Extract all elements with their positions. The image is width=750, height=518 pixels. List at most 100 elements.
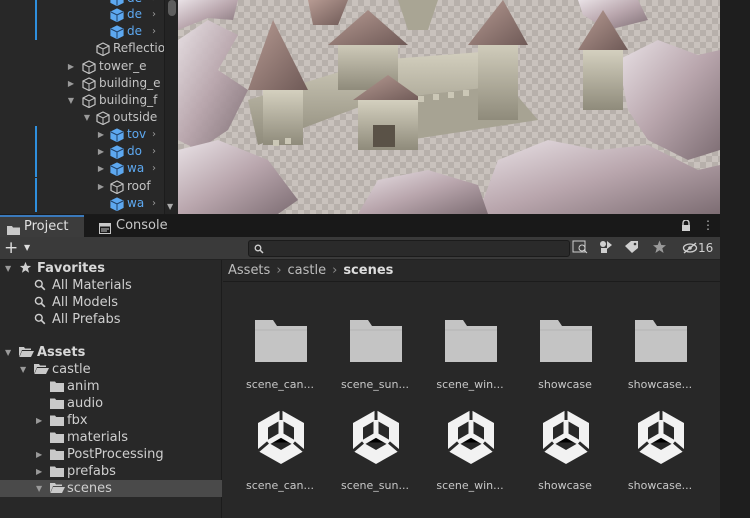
more-menu-icon[interactable]: ⋮ — [702, 218, 714, 232]
project-toolbar: + ▼ 16 — [0, 237, 720, 260]
assets-root[interactable]: ▼ Assets — [0, 344, 222, 361]
chevron-right-icon[interactable]: ▶ — [96, 126, 106, 143]
hierarchy-item[interactable]: ▼ outside — [0, 109, 178, 126]
search-by-type-icon[interactable] — [572, 240, 592, 257]
folder-label: PostProcessing — [67, 447, 164, 462]
hierarchy-item[interactable]: ▶ roof — [0, 178, 178, 195]
folder-audio[interactable]: audio — [0, 395, 222, 412]
hierarchy-item-label: outside — [113, 110, 158, 124]
search-input[interactable] — [269, 241, 565, 256]
lock-icon[interactable] — [681, 219, 691, 235]
gameobject-icon — [96, 111, 110, 126]
hierarchy-panel: de›de›de›Reflectio▶tower_e▶building_e▼bu… — [0, 0, 178, 214]
prefab-icon — [110, 8, 124, 23]
asset-browser: Assets › castle › scenes scene_can... scene_s… — [223, 260, 720, 518]
filter-by-type-icon[interactable] — [598, 240, 618, 257]
chevron-down-icon[interactable]: ▼ — [82, 109, 92, 126]
asset-name: scene_can... — [245, 378, 315, 391]
chevron-right-icon[interactable]: › — [152, 160, 156, 177]
favorites-header[interactable]: ▼ Favorites — [0, 260, 222, 277]
prefab-icon — [110, 128, 124, 143]
breadcrumb-separator: › — [276, 263, 282, 278]
hierarchy-item[interactable]: ▶ tower_e — [0, 58, 178, 75]
tab-label: Console — [116, 218, 168, 233]
scene-asset[interactable]: scene_sun... — [330, 398, 420, 492]
breadcrumb-assets[interactable]: Assets — [228, 263, 270, 278]
favorite-item[interactable]: All Materials — [0, 277, 222, 294]
chevron-right-icon[interactable]: › — [152, 143, 156, 160]
search-icon — [254, 243, 264, 257]
folder-asset[interactable]: scene_win... — [425, 302, 515, 392]
folder-asset[interactable]: showcase... — [615, 302, 705, 392]
folder-tree: ▼ Favorites All Materials All Models All… — [0, 260, 222, 518]
folder-asset[interactable]: showcase — [520, 302, 610, 392]
chevron-right-icon[interactable]: › — [152, 195, 156, 212]
folder-fbx[interactable]: ▶ fbx — [0, 412, 222, 429]
chevron-down-icon: ▼ — [24, 243, 31, 252]
asset-name: showcase — [538, 479, 592, 492]
folder-label: fbx — [67, 413, 88, 428]
folder-label: castle — [52, 362, 91, 377]
hierarchy-item[interactable]: de › — [0, 6, 178, 23]
chevron-down-icon[interactable]: ▼ — [5, 260, 11, 277]
scene-view[interactable] — [178, 0, 720, 214]
chevron-right-icon[interactable]: ▶ — [36, 463, 42, 480]
favorite-item[interactable]: All Models — [0, 294, 222, 311]
hierarchy-item[interactable]: ▼ building_f — [0, 92, 178, 109]
chevron-down-icon[interactable]: ▼ — [5, 344, 11, 361]
chevron-right-icon[interactable]: ▶ — [96, 178, 106, 195]
hierarchy-item[interactable]: Reflectio — [0, 40, 178, 57]
chevron-down-icon[interactable]: ▼ — [20, 361, 26, 378]
filter-by-label-icon[interactable] — [624, 240, 644, 257]
chevron-right-icon[interactable]: › — [152, 6, 156, 23]
folder-label: audio — [67, 396, 104, 411]
tab-project[interactable]: Project — [0, 215, 84, 237]
chevron-down-icon[interactable]: ▼ — [66, 92, 76, 109]
chevron-right-icon[interactable]: ▶ — [96, 160, 106, 177]
chevron-right-icon[interactable]: ▶ — [96, 143, 106, 160]
hierarchy-item[interactable]: ▶ tov › — [0, 126, 178, 143]
tab-console[interactable]: Console — [92, 215, 176, 237]
folder-castle[interactable]: ▼ castle — [0, 361, 222, 378]
scene-asset[interactable]: showcase — [520, 398, 610, 492]
scene-asset[interactable]: scene_can... — [235, 398, 325, 492]
hierarchy-item[interactable]: ▶ building_e — [0, 75, 178, 92]
chevron-right-icon[interactable]: ▶ — [36, 412, 42, 429]
folder-asset[interactable]: scene_sun... — [330, 302, 420, 392]
hierarchy-item[interactable]: de › — [0, 23, 178, 40]
scene-asset[interactable]: scene_win... — [425, 398, 515, 492]
chevron-right-icon[interactable]: ▶ — [66, 75, 76, 92]
hierarchy-item-label: wa — [127, 196, 145, 210]
prefab-icon — [110, 162, 124, 177]
breadcrumb: Assets › castle › scenes — [223, 260, 720, 282]
chevron-right-icon[interactable]: ▶ — [36, 446, 42, 463]
prefab-override-bar — [35, 160, 37, 177]
folder-asset[interactable]: scene_can... — [235, 302, 325, 392]
chevron-right-icon[interactable]: › — [152, 126, 156, 143]
gameobject-icon — [82, 60, 96, 75]
scroll-down-icon[interactable]: ▼ — [167, 202, 173, 211]
hierarchy-item[interactable]: wa › — [0, 195, 178, 212]
folder-materials[interactable]: materials — [0, 429, 222, 446]
hierarchy-item[interactable]: ▶ wa › — [0, 160, 178, 177]
folder-prefabs[interactable]: ▶ prefabs — [0, 463, 222, 480]
add-button[interactable]: + ▼ — [4, 239, 36, 257]
favorite-item[interactable]: All Prefabs — [0, 311, 222, 328]
scroll-thumb[interactable] — [168, 0, 176, 16]
assets-label: Assets — [37, 345, 86, 360]
hierarchy-scrollbar[interactable]: ▼ — [164, 0, 178, 214]
chevron-right-icon[interactable]: ▶ — [66, 58, 76, 75]
hierarchy-item[interactable]: ▶ do › — [0, 143, 178, 160]
folder-scenes[interactable]: ▼ scenes — [0, 480, 222, 497]
folder-anim[interactable]: anim — [0, 378, 222, 395]
open-folder-icon — [50, 482, 65, 499]
scene-asset[interactable]: showcase... — [615, 398, 705, 492]
breadcrumb-castle[interactable]: castle — [288, 263, 327, 278]
chevron-right-icon[interactable]: › — [152, 23, 156, 40]
breadcrumb-scenes[interactable]: scenes — [343, 263, 393, 278]
star-icon[interactable] — [652, 240, 672, 257]
chevron-down-icon[interactable]: ▼ — [36, 480, 42, 497]
folder-postprocessing[interactable]: ▶ PostProcessing — [0, 446, 222, 463]
search-box[interactable] — [248, 240, 570, 257]
hierarchy-item-label: tov — [127, 127, 147, 141]
